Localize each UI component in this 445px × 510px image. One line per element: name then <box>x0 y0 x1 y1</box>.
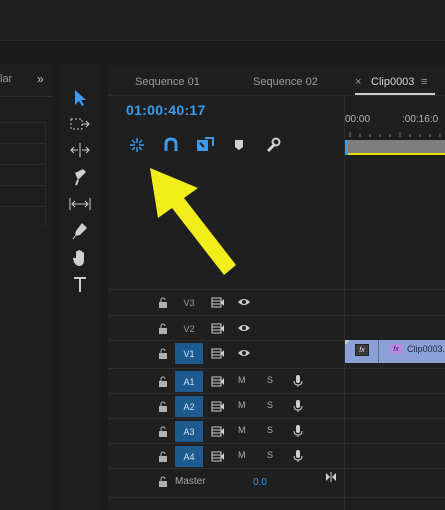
clip-edit-point[interactable] <box>378 340 379 363</box>
tools-panel <box>60 65 100 510</box>
tab-sequence-01[interactable]: Sequence 01 <box>135 76 200 88</box>
timeline-settings-icon[interactable] <box>264 136 282 154</box>
list-item[interactable] <box>0 206 46 227</box>
lock-icon[interactable] <box>158 401 168 412</box>
voice-over-mic-icon[interactable] <box>293 449 303 463</box>
mute-button[interactable]: M <box>238 375 246 385</box>
solo-button[interactable]: S <box>267 450 273 460</box>
lock-icon[interactable] <box>158 323 168 334</box>
left-panel-tab-divider <box>0 96 52 97</box>
tabs-divider <box>108 95 445 96</box>
track-name-v3[interactable]: V3 <box>175 294 203 311</box>
slip-tool-icon[interactable] <box>68 193 92 215</box>
list-item[interactable] <box>0 122 46 143</box>
header-divider <box>0 40 445 41</box>
fx-badge: fx <box>355 344 369 356</box>
render-bar <box>345 153 445 155</box>
eye-icon[interactable] <box>237 323 251 333</box>
type-tool-icon[interactable] <box>68 274 92 296</box>
time-ruler[interactable] <box>345 127 445 137</box>
sync-lock-film-icon[interactable] <box>211 401 225 412</box>
voice-over-mic-icon[interactable] <box>293 399 303 413</box>
tab-clip0003[interactable]: Clip0003 <box>371 76 414 88</box>
tab-sequence-02[interactable]: Sequence 02 <box>253 76 318 88</box>
playhead-timecode[interactable]: 01:00:40:17 <box>126 102 206 118</box>
track-a1: A1 M S <box>108 368 445 393</box>
track-name-v1[interactable]: V1 <box>175 343 203 364</box>
lock-icon[interactable] <box>158 376 168 387</box>
sync-lock-film-icon[interactable] <box>211 376 225 387</box>
track-name-a2[interactable]: A2 <box>175 396 203 417</box>
left-panel-list <box>0 122 46 227</box>
clip-start-marker <box>345 340 350 345</box>
tab-close-icon[interactable]: × <box>355 76 361 88</box>
snap-icon[interactable] <box>162 136 180 154</box>
playhead[interactable] <box>345 140 348 155</box>
master-volume-value[interactable]: 0.0 <box>253 477 267 488</box>
sync-lock-film-icon[interactable] <box>211 348 225 359</box>
list-item[interactable] <box>0 143 46 164</box>
sync-lock-film-icon[interactable] <box>211 426 225 437</box>
eye-icon[interactable] <box>237 297 251 307</box>
hand-tool-icon[interactable] <box>68 247 92 269</box>
lock-icon[interactable] <box>158 451 168 462</box>
fx-badge: fx <box>390 344 402 354</box>
panel-menu-icon[interactable]: ≡ <box>421 76 427 88</box>
track-a2: A2 M S <box>108 393 445 418</box>
sync-lock-film-icon[interactable] <box>211 451 225 462</box>
track-v2: V2 <box>108 315 445 340</box>
master-track-label: Master <box>175 476 206 487</box>
sync-lock-film-icon[interactable] <box>211 297 225 308</box>
ruler-label-mid: :00:16:0 <box>402 114 439 125</box>
sync-lock-film-icon[interactable] <box>211 323 225 334</box>
ripple-edit-tool-icon[interactable] <box>68 139 92 161</box>
eye-icon[interactable] <box>237 348 251 358</box>
lock-icon[interactable] <box>158 348 168 359</box>
track-name-a1[interactable]: A1 <box>175 371 203 392</box>
mute-button[interactable]: M <box>238 450 246 460</box>
top-header-bar <box>0 0 445 40</box>
solo-button[interactable]: S <box>267 375 273 385</box>
linked-selection-icon[interactable] <box>196 136 214 154</box>
track-a4: A4 M S <box>108 443 445 468</box>
go-to-out-icon[interactable] <box>325 471 337 483</box>
add-marker-icon[interactable] <box>230 136 248 154</box>
panel-overflow-chevron-icon[interactable]: » <box>37 72 44 86</box>
lock-icon[interactable] <box>158 297 168 308</box>
list-item[interactable] <box>0 164 46 185</box>
track-a3: A3 M S <box>108 418 445 443</box>
solo-button[interactable]: S <box>267 425 273 435</box>
left-panel-tab[interactable]: lar <box>0 73 12 85</box>
list-item[interactable] <box>0 185 46 206</box>
solo-button[interactable]: S <box>267 400 273 410</box>
track-v3: V3 <box>108 289 445 315</box>
mute-button[interactable]: M <box>238 400 246 410</box>
track-name-v2[interactable]: V2 <box>175 320 203 337</box>
razor-tool-icon[interactable] <box>68 166 92 188</box>
lock-icon[interactable] <box>158 426 168 437</box>
track-name-a3[interactable]: A3 <box>175 421 203 442</box>
track-name-a4[interactable]: A4 <box>175 446 203 467</box>
clip-name: Clip0003. <box>407 344 445 354</box>
pen-tool-icon[interactable] <box>68 220 92 242</box>
nest-icon[interactable] <box>128 136 146 154</box>
track-select-tool-icon[interactable] <box>68 113 92 135</box>
work-area-bar[interactable] <box>345 140 445 153</box>
ruler-label-start: 00:00 <box>345 114 371 125</box>
voice-over-mic-icon[interactable] <box>293 424 303 438</box>
voice-over-mic-icon[interactable] <box>293 374 303 388</box>
mute-button[interactable]: M <box>238 425 246 435</box>
selection-tool-icon[interactable] <box>68 87 92 109</box>
annotation-arrow-icon <box>150 168 236 275</box>
lock-icon[interactable] <box>158 476 168 487</box>
